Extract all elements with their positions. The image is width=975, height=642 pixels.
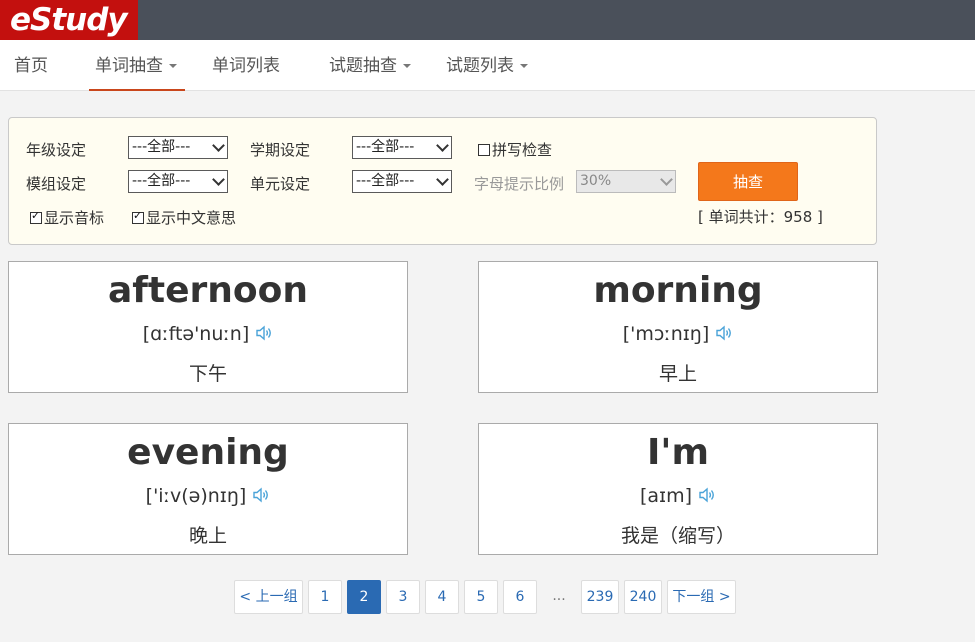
page-button[interactable]: 240: [624, 580, 662, 614]
page-button[interactable]: 5: [464, 580, 498, 614]
nav-item-label: 首页: [14, 56, 48, 76]
meaning-text: 我是（缩写）: [620, 525, 735, 547]
term-select-value: ---全部---: [356, 139, 415, 155]
checkbox-icon: [478, 144, 490, 156]
show-meaning-label: 显示中文意思: [146, 209, 237, 227]
hint-ratio-value: 30%: [580, 173, 612, 189]
speaker-icon[interactable]: [255, 322, 273, 341]
nav-item-word-list[interactable]: 单词列表: [212, 40, 280, 90]
checkbox-checked-icon: [132, 209, 144, 224]
query-button[interactable]: 抽查: [698, 162, 798, 201]
pagination: < 上一组 1 2 3 4 5 6 ... 239 240 下一组 >: [0, 580, 975, 616]
phonetic-line: [ɑːftə'nuːn]: [9, 320, 407, 348]
speaker-icon[interactable]: [252, 484, 270, 503]
show-meaning-checkbox[interactable]: 显示中文意思: [132, 207, 236, 228]
word-card: I'm [aɪm] 我是（缩写）: [478, 423, 878, 555]
speaker-icon[interactable]: [698, 484, 716, 503]
main-nav: 首页 单词抽查 单词列表 试题抽查 试题列表: [0, 40, 975, 91]
term-label: 学期设定: [250, 141, 311, 159]
meaning-text: 下午: [188, 363, 227, 385]
phonetic-text: [aɪm]: [639, 485, 693, 507]
hint-ratio-label: 字母提示比例: [474, 175, 565, 193]
module-label: 模组设定: [26, 175, 87, 193]
chevron-down-icon: [520, 64, 528, 68]
module-select[interactable]: ---全部---: [128, 170, 228, 193]
nav-item-home[interactable]: 首页: [14, 40, 48, 90]
nav-item-question-list[interactable]: 试题列表: [446, 40, 528, 90]
prev-group-button[interactable]: < 上一组: [234, 580, 303, 614]
grade-select-value: ---全部---: [132, 139, 191, 155]
chevron-down-icon: [436, 173, 449, 186]
page-ellipsis: ...: [552, 588, 566, 604]
word-card: morning ['mɔːnɪŋ] 早上: [478, 261, 878, 393]
phonetic-line: ['iːv(ə)nɪŋ]: [9, 482, 407, 510]
top-bar: eStudy: [0, 0, 975, 40]
meaning-text: 早上: [658, 363, 697, 385]
word-count: [ 单词共计：958 ]: [698, 208, 823, 226]
nav-item-label: 单词列表: [212, 56, 280, 76]
unit-select-value: ---全部---: [356, 173, 415, 189]
next-group-button[interactable]: 下一组 >: [667, 580, 736, 614]
nav-item-label: 单词抽查: [95, 56, 163, 76]
word-card: afternoon [ɑːftə'nuːn] 下午: [8, 261, 408, 393]
page-button-current[interactable]: 2: [347, 580, 381, 614]
page-button[interactable]: 4: [425, 580, 459, 614]
checkbox-checked-icon: [30, 209, 42, 224]
word-text: evening: [127, 432, 289, 473]
page-button[interactable]: 239: [581, 580, 619, 614]
phonetic-text: ['mɔːnɪŋ]: [622, 323, 710, 345]
term-select[interactable]: ---全部---: [352, 136, 452, 159]
unit-label: 单元设定: [250, 175, 311, 193]
meaning-text: 晚上: [188, 525, 227, 547]
word-text: afternoon: [107, 270, 309, 311]
nav-item-label: 试题列表: [446, 56, 514, 76]
word-card: evening ['iːv(ə)nɪŋ] 晚上: [8, 423, 408, 555]
chevron-down-icon: [212, 139, 225, 152]
spell-check-checkbox[interactable]: 拼写检查: [478, 139, 552, 160]
phonetic-line: [aɪm]: [479, 482, 877, 510]
hint-ratio-select[interactable]: 30%: [576, 170, 676, 193]
phonetic-text: ['iːv(ə)nɪŋ]: [145, 485, 247, 507]
grade-select[interactable]: ---全部---: [128, 136, 228, 159]
show-phonetic-checkbox[interactable]: 显示音标: [30, 207, 104, 228]
chevron-down-icon: [403, 64, 411, 68]
phonetic-line: ['mɔːnɪŋ]: [479, 320, 877, 348]
chevron-down-icon: [212, 173, 225, 186]
word-text: morning: [593, 270, 763, 311]
page-button[interactable]: 3: [386, 580, 420, 614]
nav-item-label: 试题抽查: [329, 56, 397, 76]
grade-label: 年级设定: [26, 141, 87, 159]
page-button[interactable]: 1: [308, 580, 342, 614]
nav-item-question-quiz[interactable]: 试题抽查: [329, 40, 411, 90]
filter-panel: 年级设定 ---全部--- 学期设定 ---全部--- 拼写检查 模组设定 --…: [8, 117, 877, 245]
chevron-down-icon: [436, 139, 449, 152]
module-select-value: ---全部---: [132, 173, 191, 189]
show-phonetic-label: 显示音标: [44, 209, 105, 227]
chevron-down-icon: [169, 64, 177, 68]
phonetic-text: [ɑːftə'nuːn]: [142, 323, 250, 345]
page-button[interactable]: 6: [503, 580, 537, 614]
nav-item-word-quiz[interactable]: 单词抽查: [89, 40, 185, 91]
app-logo[interactable]: eStudy: [0, 0, 138, 40]
speaker-icon[interactable]: [715, 322, 733, 341]
chevron-down-icon: [660, 173, 673, 186]
unit-select[interactable]: ---全部---: [352, 170, 452, 193]
word-text: I'm: [647, 432, 709, 473]
spell-check-label: 拼写检查: [492, 141, 553, 159]
